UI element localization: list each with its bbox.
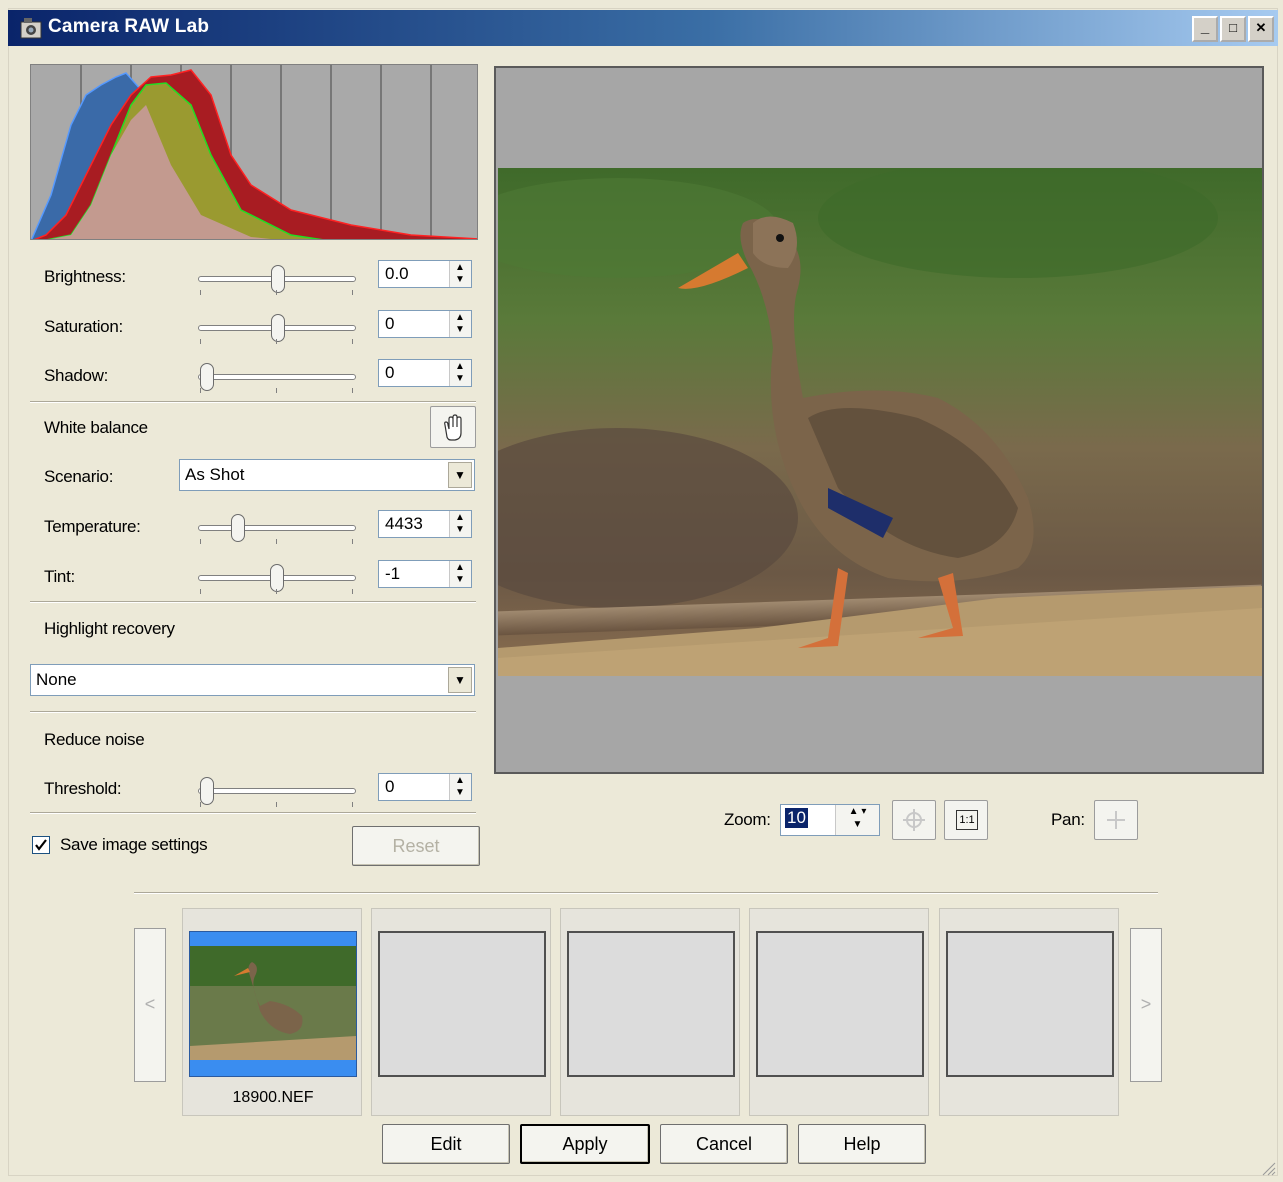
filmstrip-item[interactable]: [371, 908, 551, 1116]
crosshair-icon: [903, 809, 925, 831]
app-icon: [20, 18, 42, 39]
highlight-recovery-select[interactable]: None ▼: [30, 664, 475, 696]
divider: [30, 812, 476, 814]
white-balance-picker-button[interactable]: [430, 406, 476, 448]
help-button[interactable]: Help: [798, 1124, 926, 1164]
spin-arrows-icon[interactable]: ▲ ▼: [449, 774, 471, 800]
zoom-spinbox[interactable]: 10 ▲ ▾ ▼: [780, 804, 880, 836]
thumbnail-empty[interactable]: [378, 931, 546, 1077]
slider-thumb[interactable]: [200, 363, 214, 391]
filmstrip-next-button[interactable]: >: [1130, 928, 1162, 1082]
spin-arrows-icon[interactable]: ▲ ▼: [449, 360, 471, 386]
highlight-recovery-value: None: [36, 670, 77, 689]
scenario-label: Scenario:: [44, 467, 114, 486]
hand-icon: [444, 414, 462, 441]
thumbnail-empty[interactable]: [567, 931, 735, 1077]
saturation-spinbox[interactable]: 0 ▲ ▼: [378, 310, 472, 338]
minimize-button[interactable]: _: [1192, 16, 1218, 42]
zoom-arrows-icon[interactable]: ▲ ▾ ▼: [835, 805, 879, 835]
maximize-button[interactable]: □: [1220, 16, 1246, 42]
brightness-slider[interactable]: [198, 262, 358, 298]
divider: [30, 601, 476, 603]
divider: [30, 711, 476, 713]
actual-size-icon: 1:1: [956, 810, 978, 830]
threshold-slider[interactable]: [198, 774, 358, 810]
thumbnail-selected[interactable]: [189, 931, 357, 1077]
cancel-button[interactable]: Cancel: [660, 1124, 788, 1164]
filmstrip-item[interactable]: 18900.NEF: [182, 908, 362, 1116]
saturation-slider[interactable]: [198, 311, 358, 347]
dropdown-arrow-icon[interactable]: ▼: [448, 667, 472, 693]
temperature-spinbox[interactable]: 4433 ▲ ▼: [378, 510, 472, 538]
shadow-slider[interactable]: [198, 360, 358, 396]
pan-label: Pan:: [1051, 810, 1085, 829]
filmstrip-item[interactable]: [749, 908, 929, 1116]
scenario-value: As Shot: [185, 465, 245, 484]
move-icon: [1107, 811, 1125, 829]
divider: [134, 892, 1158, 894]
spin-arrows-icon[interactable]: ▲ ▼: [449, 511, 471, 537]
dropdown-arrow-icon[interactable]: ▼: [448, 462, 472, 488]
scenario-select[interactable]: As Shot ▼: [179, 459, 475, 491]
save-settings-checkbox[interactable]: [32, 836, 50, 854]
slider-thumb[interactable]: [269, 564, 284, 592]
checkmark-icon: [35, 839, 47, 851]
thumbnail-empty[interactable]: [946, 931, 1114, 1077]
thumbnail-empty[interactable]: [756, 931, 924, 1077]
tint-slider[interactable]: [198, 561, 358, 597]
brightness-label: Brightness:: [44, 267, 126, 286]
tint-spinbox[interactable]: -1 ▲ ▼: [378, 560, 472, 588]
brightness-value[interactable]: 0.0: [385, 264, 409, 284]
brightness-spinbox[interactable]: 0.0 ▲ ▼: [378, 260, 472, 288]
filmstrip-item[interactable]: [939, 908, 1119, 1116]
title-bar[interactable]: Camera RAW Lab _ □ ✕: [8, 10, 1278, 46]
shadow-value[interactable]: 0: [385, 363, 394, 383]
highlight-recovery-heading: Highlight recovery: [44, 619, 175, 638]
edit-button[interactable]: Edit: [382, 1124, 510, 1164]
close-button[interactable]: ✕: [1248, 16, 1274, 42]
threshold-label: Threshold:: [44, 779, 122, 798]
histogram: [30, 64, 478, 240]
threshold-spinbox[interactable]: 0 ▲ ▼: [378, 773, 472, 801]
save-settings-label[interactable]: Save image settings: [60, 835, 208, 855]
slider-thumb[interactable]: [271, 314, 285, 342]
threshold-value[interactable]: 0: [385, 777, 394, 797]
white-balance-heading: White balance: [44, 418, 148, 437]
reset-button[interactable]: Reset: [352, 826, 480, 866]
zoom-fit-button[interactable]: [892, 800, 936, 840]
temperature-value[interactable]: 4433: [385, 514, 423, 534]
filmstrip-prev-button[interactable]: <: [134, 928, 166, 1082]
pan-button[interactable]: [1094, 800, 1138, 840]
resize-grip-icon[interactable]: [1260, 1160, 1276, 1176]
saturation-value[interactable]: 0: [385, 314, 394, 334]
preview-photo: [498, 168, 1262, 676]
apply-button[interactable]: Apply: [520, 1124, 650, 1164]
thumbnail-image: [190, 946, 356, 1060]
reduce-noise-heading: Reduce noise: [44, 730, 145, 749]
thumbnail-filename: 18900.NEF: [232, 1089, 314, 1106]
divider: [30, 401, 476, 403]
temperature-slider[interactable]: [198, 511, 358, 547]
saturation-label: Saturation:: [44, 317, 123, 336]
window-title: Camera RAW Lab: [48, 16, 210, 37]
filmstrip-item[interactable]: [560, 908, 740, 1116]
slider-thumb[interactable]: [200, 777, 214, 805]
shadow-spinbox[interactable]: 0 ▲ ▼: [378, 359, 472, 387]
tint-value[interactable]: -1: [385, 564, 400, 584]
zoom-value[interactable]: 10: [785, 808, 808, 828]
spin-arrows-icon[interactable]: ▲ ▼: [449, 311, 471, 337]
zoom-label: Zoom:: [724, 810, 771, 829]
image-preview[interactable]: [494, 66, 1264, 774]
spin-arrows-icon[interactable]: ▲ ▼: [449, 561, 471, 587]
tint-label: Tint:: [44, 567, 75, 586]
shadow-label: Shadow:: [44, 366, 109, 385]
spin-arrows-icon[interactable]: ▲ ▼: [449, 261, 471, 287]
slider-thumb[interactable]: [271, 265, 285, 293]
actual-size-button[interactable]: 1:1: [944, 800, 988, 840]
slider-thumb[interactable]: [231, 514, 246, 542]
temperature-label: Temperature:: [44, 517, 141, 536]
